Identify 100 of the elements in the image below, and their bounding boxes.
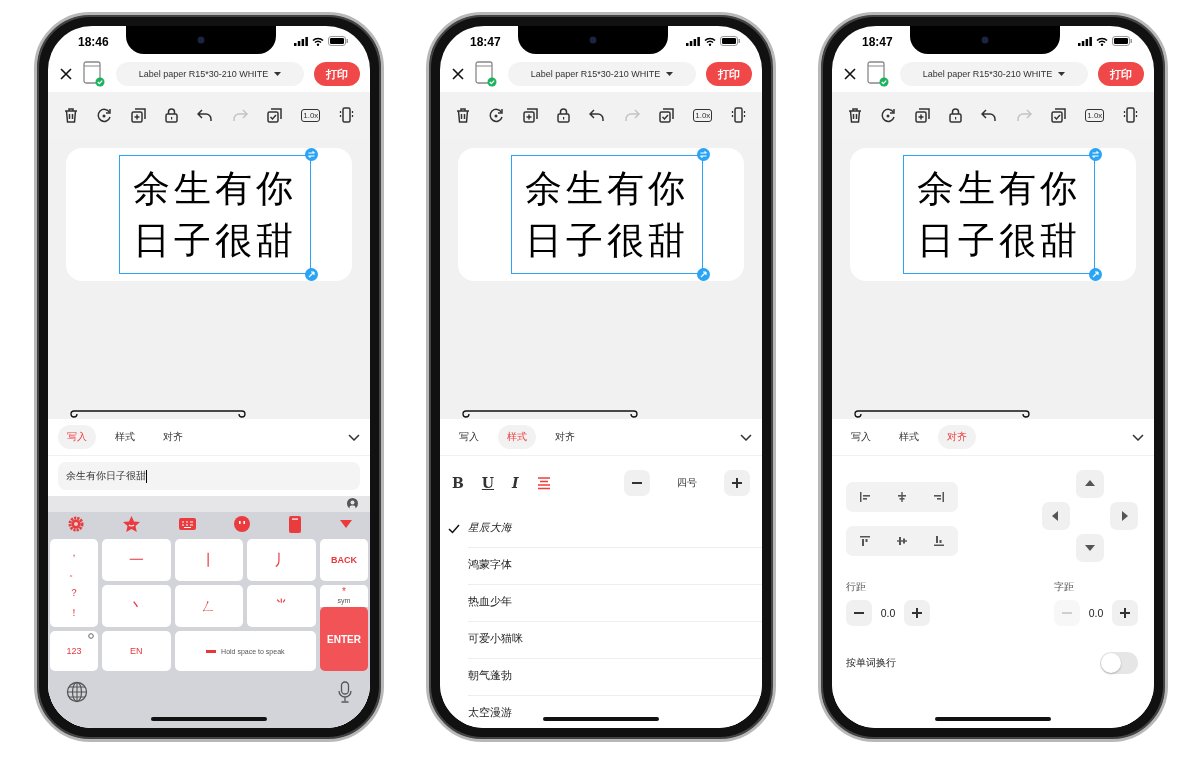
align-middle-icon[interactable] — [896, 535, 908, 547]
label-paper-icon[interactable] — [82, 61, 106, 87]
chevron-down-icon[interactable] — [348, 433, 360, 441]
paper-selector[interactable]: Label paper R15*30-210 WHITE — [116, 62, 304, 86]
font-option[interactable]: 热血少年 — [468, 583, 762, 622]
font-option[interactable]: 星辰大海 — [468, 509, 762, 548]
person-icon[interactable] — [347, 498, 358, 510]
align-top-icon[interactable] — [858, 535, 871, 547]
tab[interactable]: 对齐 — [938, 425, 976, 449]
align-lines-icon[interactable] — [536, 476, 551, 490]
decrease-size-button[interactable] — [624, 470, 650, 496]
move-right-button[interactable] — [1110, 502, 1138, 530]
word-wrap-toggle[interactable] — [1100, 652, 1138, 674]
move-up-button[interactable] — [1076, 470, 1104, 498]
face-icon[interactable] — [234, 516, 251, 532]
vibrate-icon[interactable] — [1123, 107, 1139, 123]
rotate-icon[interactable] — [880, 107, 896, 123]
paper-selector[interactable]: Label paper R15*30-210 WHITE — [508, 62, 696, 86]
stroke-key[interactable]: 丶 — [102, 585, 171, 627]
move-left-button[interactable] — [1042, 502, 1070, 530]
rotate-handle-icon[interactable] — [305, 148, 318, 161]
trash-icon[interactable] — [63, 107, 78, 123]
stroke-key[interactable]: 丿 — [247, 539, 316, 581]
rotate-handle-icon[interactable] — [1089, 148, 1102, 161]
chevron-down-icon[interactable] — [740, 433, 752, 441]
zoom-level-button[interactable]: 1.0x — [693, 108, 713, 122]
checkbox-stack-icon[interactable] — [659, 107, 675, 123]
keyboard-icon[interactable] — [178, 518, 196, 530]
print-button[interactable]: 打印 — [1098, 62, 1144, 86]
italic-button[interactable]: I — [512, 475, 519, 491]
duplicate-icon[interactable] — [522, 107, 538, 123]
increase-letter-spacing-button[interactable] — [1112, 600, 1138, 626]
rotate-icon[interactable] — [96, 107, 112, 123]
bold-button[interactable]: B — [452, 475, 464, 491]
resize-handle-icon[interactable] — [1089, 268, 1102, 281]
duplicate-icon[interactable] — [914, 107, 930, 123]
tab[interactable]: 对齐 — [154, 425, 192, 449]
chevron-down-icon[interactable] — [1132, 433, 1144, 441]
zoom-level-button[interactable]: 1.0x — [301, 108, 321, 122]
stroke-key[interactable]: 丨 — [174, 539, 244, 581]
resize-handle-icon[interactable] — [697, 268, 710, 281]
decrease-line-spacing-button[interactable] — [846, 600, 872, 626]
close-icon[interactable] — [452, 68, 464, 80]
align-center-icon[interactable] — [896, 491, 908, 503]
font-option[interactable]: 朝气蓬勃 — [468, 657, 762, 696]
rotate-handle-icon[interactable] — [697, 148, 710, 161]
underline-button[interactable]: U — [481, 475, 495, 491]
undo-icon[interactable] — [588, 108, 605, 122]
trash-icon[interactable] — [455, 107, 470, 123]
close-icon[interactable] — [60, 68, 72, 80]
increase-size-button[interactable] — [724, 470, 750, 496]
checkbox-stack-icon[interactable] — [1051, 107, 1067, 123]
vibrate-icon[interactable] — [339, 107, 355, 123]
align-left-icon[interactable] — [858, 491, 871, 503]
close-icon[interactable] — [844, 68, 856, 80]
trash-icon[interactable] — [847, 107, 862, 123]
checkbox-stack-icon[interactable] — [267, 107, 283, 123]
tab[interactable]: 写入 — [842, 425, 880, 449]
stroke-key[interactable]: 一 — [102, 539, 171, 581]
tab[interactable]: 写入 — [58, 425, 96, 449]
paper-selector[interactable]: Label paper R15*30-210 WHITE — [900, 62, 1088, 86]
print-button[interactable]: 打印 — [314, 62, 360, 86]
globe-icon[interactable] — [66, 681, 88, 703]
star-icon[interactable] — [122, 516, 140, 532]
number-key[interactable]: 123 — [50, 631, 98, 671]
increase-line-spacing-button[interactable] — [904, 600, 930, 626]
tab[interactable]: 样式 — [498, 425, 536, 449]
triangle-down-icon[interactable] — [340, 520, 352, 528]
lock-icon[interactable] — [556, 107, 570, 123]
tab[interactable]: 样式 — [890, 425, 928, 449]
stroke-key[interactable]: ⺌ — [247, 585, 316, 627]
gear-icon[interactable] — [68, 516, 84, 532]
stroke-key[interactable]: ㄥ — [174, 585, 244, 627]
undo-icon[interactable] — [196, 108, 213, 122]
align-bottom-icon[interactable] — [933, 535, 946, 547]
language-key[interactable]: EN — [102, 631, 171, 671]
vibrate-icon[interactable] — [731, 107, 747, 123]
align-right-icon[interactable] — [933, 491, 946, 503]
resize-handle-icon[interactable] — [305, 268, 318, 281]
rotate-icon[interactable] — [488, 107, 504, 123]
selection-box[interactable]: 余生有你 日子很甜 — [511, 155, 703, 274]
label-paper-icon[interactable] — [474, 61, 498, 87]
font-option[interactable]: 鸿蒙字体 — [468, 546, 762, 585]
input-field[interactable]: 余生有你日子很甜 — [58, 462, 360, 490]
undo-icon[interactable] — [980, 108, 997, 122]
punctuation-key[interactable]: ， 。 ？ ！ — [50, 539, 98, 627]
phone-icon[interactable] — [289, 515, 302, 533]
tab[interactable]: 样式 — [106, 425, 144, 449]
selection-box[interactable]: 余生有你 日子很甜 — [903, 155, 1095, 274]
label-paper-icon[interactable] — [866, 61, 890, 87]
selection-box[interactable]: 余生有你 日子很甜 — [119, 155, 311, 274]
microphone-icon[interactable] — [338, 681, 352, 703]
tab[interactable]: 写入 — [450, 425, 488, 449]
duplicate-icon[interactable] — [130, 107, 146, 123]
lock-icon[interactable] — [948, 107, 962, 123]
zoom-level-button[interactable]: 1.0x — [1085, 108, 1105, 122]
move-down-button[interactable] — [1076, 534, 1104, 562]
print-button[interactable]: 打印 — [706, 62, 752, 86]
tab[interactable]: 对齐 — [546, 425, 584, 449]
font-option[interactable]: 可爱小猫咪 — [468, 620, 762, 659]
